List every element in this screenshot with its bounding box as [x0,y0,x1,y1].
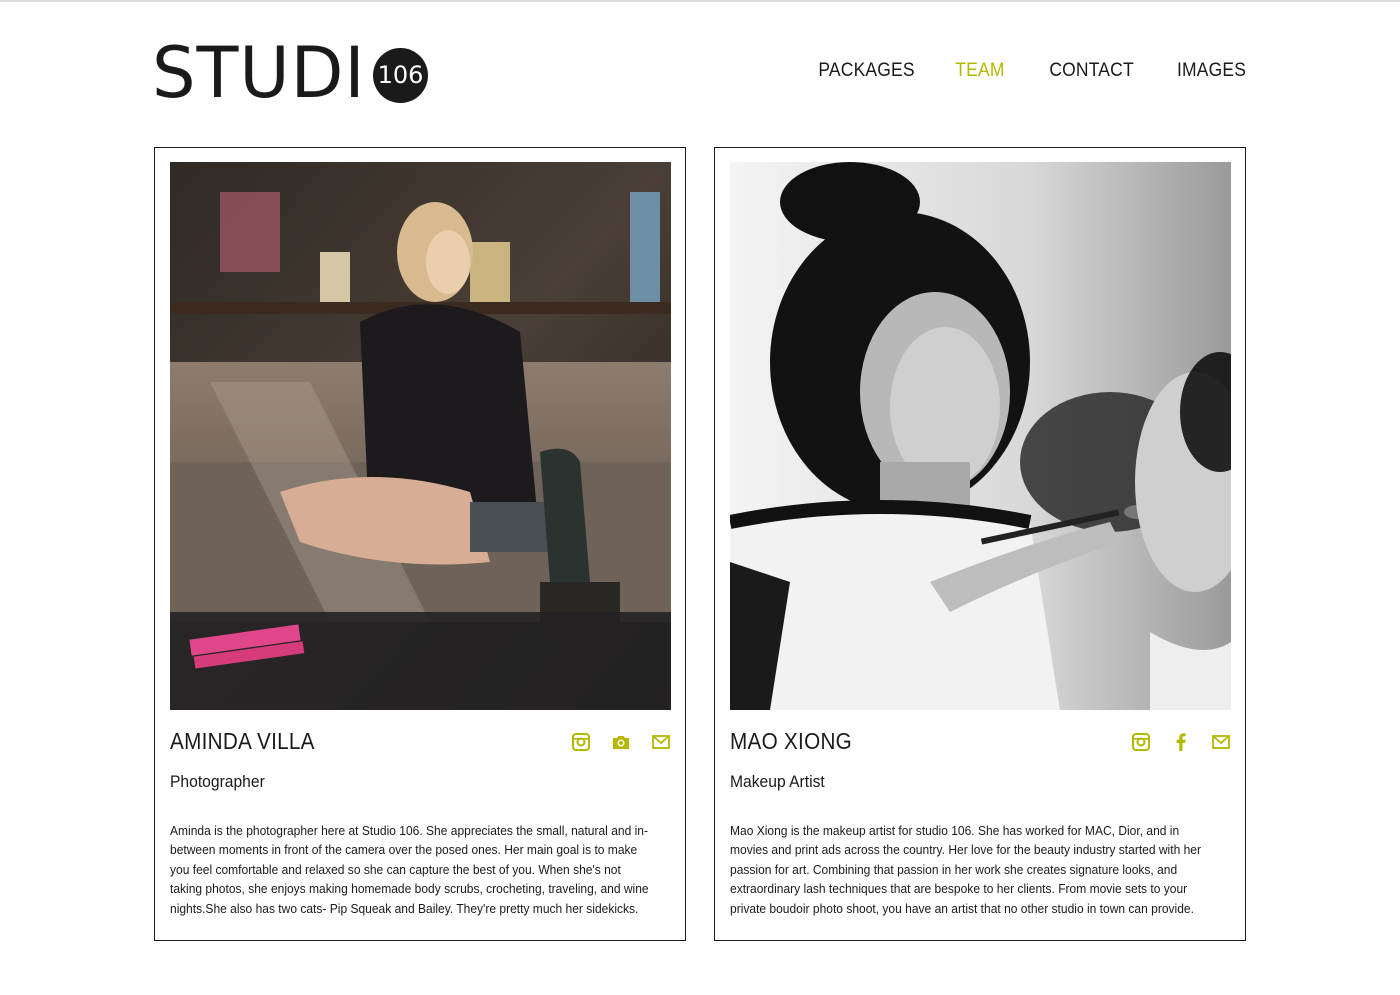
member-name: AMINDA VILLA [170,728,315,754]
logo-wordmark: STUDI [152,32,366,114]
main-nav: PACKAGES TEAM CONTACT IMAGES [810,60,1246,82]
team-photo-mao [730,162,1231,710]
nav-packages[interactable]: PACKAGES [818,60,914,82]
member-role: Photographer [170,772,265,791]
nav-contact[interactable]: CONTACT [1049,60,1133,82]
team-photo-aminda [170,162,671,710]
camera-icon[interactable] [611,732,631,752]
team-card-aminda: AMINDA VILLA Photographer Aminda is the … [154,147,686,941]
logo-badge: 106 [372,47,428,103]
member-bio: Aminda is the photographer here at Studi… [170,823,649,916]
team-card-mao: MAO XIONG Makeup Artist Mao Xiong is the… [714,147,1246,941]
nav-images[interactable]: IMAGES [1177,60,1246,82]
social-links [1131,732,1231,752]
mail-icon[interactable] [651,732,671,752]
member-role: Makeup Artist [730,772,825,791]
social-links [571,732,671,752]
mail-icon[interactable] [1211,732,1231,752]
facebook-icon[interactable] [1171,732,1191,752]
instagram-icon[interactable] [1131,732,1151,752]
top-divider [0,0,1400,2]
site-logo[interactable]: STUDI 106 [152,38,428,108]
nav-team[interactable]: TEAM [956,60,1005,82]
instagram-icon[interactable] [571,732,591,752]
member-name: MAO XIONG [730,728,853,754]
member-bio: Mao Xiong is the makeup artist for studi… [730,823,1201,916]
